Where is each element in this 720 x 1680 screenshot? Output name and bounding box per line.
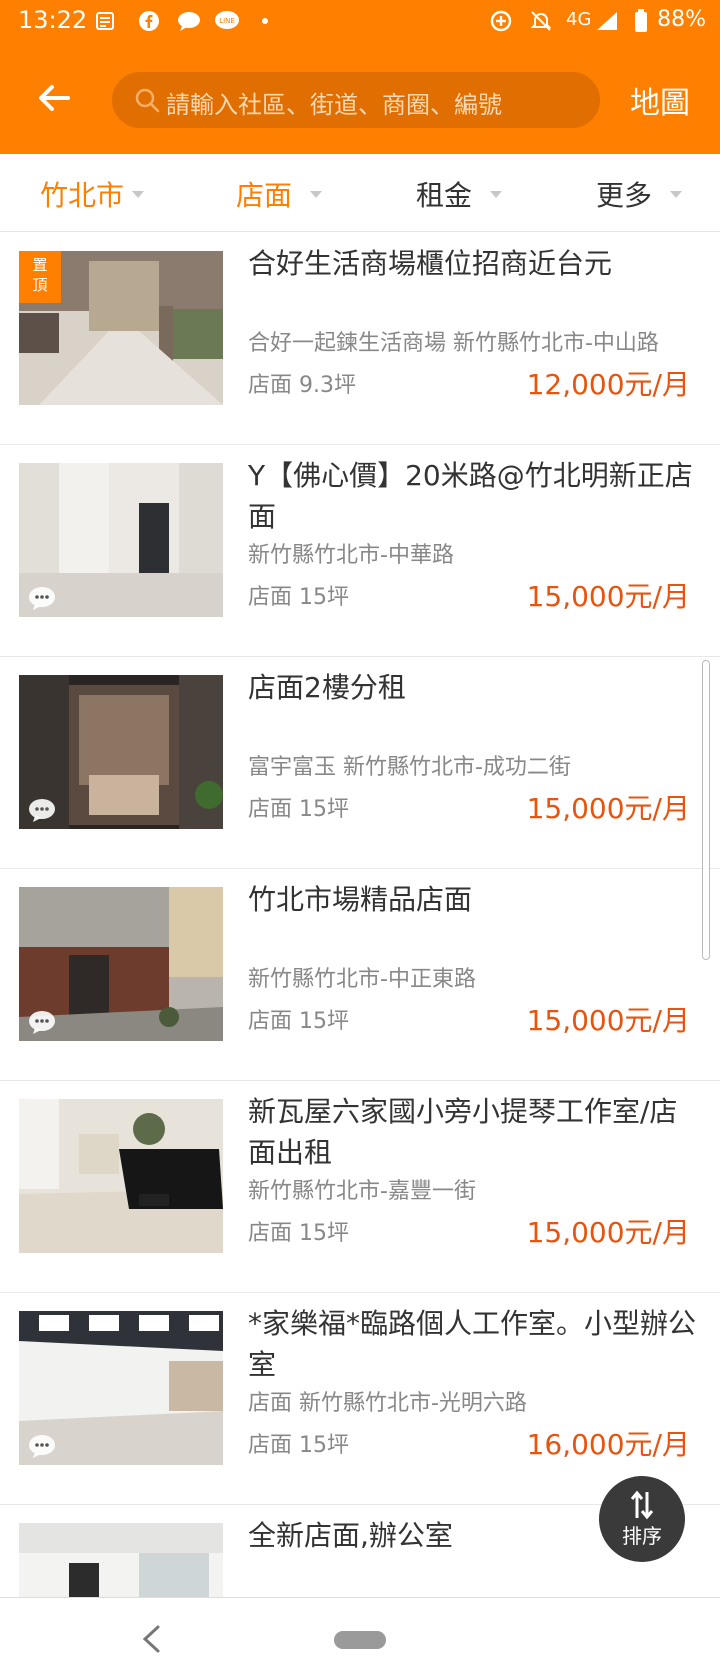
listing-title: Y【佛心價】20米路@竹北明新正店面 <box>248 459 693 533</box>
listing-location: 新竹縣竹北市-嘉豐一街 <box>248 1179 476 1204</box>
data-saver-icon <box>488 8 514 34</box>
listing-photo <box>19 1523 223 1597</box>
list-item[interactable]: 置頂 合好生活商場櫃位招商近台元 合好一起鍊生活商場 新竹縣竹北市-中山路 店面… <box>0 233 720 445</box>
filter-type[interactable]: 店面 <box>236 174 323 214</box>
back-button[interactable] <box>34 78 74 118</box>
list-item[interactable]: 店面2樓分租 富宇富玉 新竹縣竹北市-成功二街 店面 15坪 15,000元/月 <box>0 657 720 869</box>
chat-icon <box>29 1011 55 1034</box>
list-item[interactable]: Y【佛心價】20米路@竹北明新正店面 新竹縣竹北市-中華路 店面 15坪 15,… <box>0 445 720 657</box>
listing-meta: 店面 15坪 <box>248 585 349 610</box>
chat-icon <box>29 587 55 610</box>
search-icon <box>135 88 160 113</box>
svg-text:LINE: LINE <box>219 17 235 25</box>
listing-price: 16,000元/月 <box>526 1428 690 1461</box>
filter-more-label: 更多 <box>596 179 653 212</box>
message-icon <box>176 8 202 34</box>
chat-icon <box>29 799 55 822</box>
search-input[interactable]: 請輸入社區、街道、商圈、編號 <box>112 72 600 128</box>
chevron-down-icon <box>132 190 145 198</box>
battery-icon <box>628 8 654 34</box>
listing-meta: 店面 15坪 <box>248 797 349 822</box>
filter-city[interactable]: 竹北市 <box>40 174 145 214</box>
listing-title: *家樂福*臨路個人工作室。小型辦公室 <box>248 1307 697 1381</box>
listing-list: 置頂 合好生活商場櫃位招商近台元 合好一起鍊生活商場 新竹縣竹北市-中山路 店面… <box>0 233 720 1597</box>
listing-price: 15,000元/月 <box>526 580 690 613</box>
chevron-down-icon <box>670 190 683 198</box>
filter-city-label: 竹北市 <box>40 179 125 212</box>
listing-title: 竹北市場精品店面 <box>248 883 473 916</box>
system-nav-bar <box>0 1597 720 1680</box>
facebook-icon <box>136 8 162 34</box>
sort-label: 排序 <box>622 1524 662 1548</box>
map-button[interactable]: 地圖 <box>630 78 690 122</box>
network-type: 4G <box>566 9 592 30</box>
listing-price: 15,000元/月 <box>526 1004 690 1037</box>
news-icon <box>92 8 118 34</box>
listing-photo: 置頂 <box>19 251 223 405</box>
listing-photo <box>19 463 223 617</box>
chevron-left-icon[interactable] <box>140 1624 162 1654</box>
listing-photo <box>19 1099 223 1253</box>
listing-meta: 店面 9.3坪 <box>248 373 356 398</box>
filter-rent[interactable]: 租金 <box>416 174 503 214</box>
listing-location: 富宇富玉 新竹縣竹北市-成功二街 <box>248 755 571 780</box>
battery-percent: 88% <box>657 7 706 32</box>
arrow-left-icon <box>39 85 70 111</box>
listing-location: 新竹縣竹北市-中正東路 <box>248 967 476 992</box>
chevron-down-icon <box>310 190 323 198</box>
sort-icon <box>630 1490 654 1520</box>
filter-bar: 竹北市 店面 租金 更多 <box>0 154 720 232</box>
listing-location: 合好一起鍊生活商場 新竹縣竹北市-中山路 <box>248 331 659 356</box>
listing-meta: 店面 15坪 <box>248 1009 349 1034</box>
chat-icon <box>29 1435 55 1458</box>
filter-type-label: 店面 <box>236 179 293 212</box>
listing-photo <box>19 1311 223 1465</box>
sort-button[interactable]: 排序 <box>599 1476 685 1562</box>
listing-price: 12,000元/月 <box>526 368 690 401</box>
home-gesture-pill[interactable] <box>334 1631 386 1649</box>
listing-location: 店面 新竹縣竹北市-光明六路 <box>248 1391 527 1416</box>
mute-icon <box>528 8 554 34</box>
pinned-badge: 置頂 <box>19 251 61 303</box>
filter-more[interactable]: 更多 <box>596 174 683 214</box>
listing-title: 新瓦屋六家國小旁小提琴工作室/店面出租 <box>248 1095 678 1169</box>
filter-rent-label: 租金 <box>416 179 473 212</box>
listing-title: 店面2樓分租 <box>248 671 406 704</box>
scrollbar[interactable] <box>702 660 710 960</box>
header: 請輸入社區、街道、商圈、編號 地圖 <box>0 44 720 154</box>
listing-photo <box>19 887 223 1041</box>
status-bar: 13:22 LINE 4G 88% <box>0 0 720 44</box>
listing-photo <box>19 675 223 829</box>
listing-price: 15,000元/月 <box>526 792 690 825</box>
listing-title: 合好生活商場櫃位招商近台元 <box>248 247 613 280</box>
chevron-down-icon <box>490 190 503 198</box>
search-placeholder: 請輸入社區、街道、商圈、編號 <box>166 91 502 119</box>
list-item[interactable]: 竹北市場精品店面 新竹縣竹北市-中正東路 店面 15坪 15,000元/月 <box>0 869 720 1081</box>
listing-meta: 店面 15坪 <box>248 1433 349 1458</box>
listing-meta: 店面 15坪 <box>248 1221 349 1246</box>
listing-location: 新竹縣竹北市-中華路 <box>248 543 454 568</box>
list-item[interactable]: *家樂福*臨路個人工作室。小型辦公室 店面 新竹縣竹北市-光明六路 店面 15坪… <box>0 1293 720 1505</box>
list-item[interactable]: 新瓦屋六家國小旁小提琴工作室/店面出租 新竹縣竹北市-嘉豐一街 店面 15坪 1… <box>0 1081 720 1293</box>
dot-icon <box>252 8 278 34</box>
status-time: 13:22 <box>18 6 88 34</box>
listing-price: 15,000元/月 <box>526 1216 690 1249</box>
line-icon: LINE <box>214 8 240 34</box>
signal-icon <box>594 8 620 34</box>
